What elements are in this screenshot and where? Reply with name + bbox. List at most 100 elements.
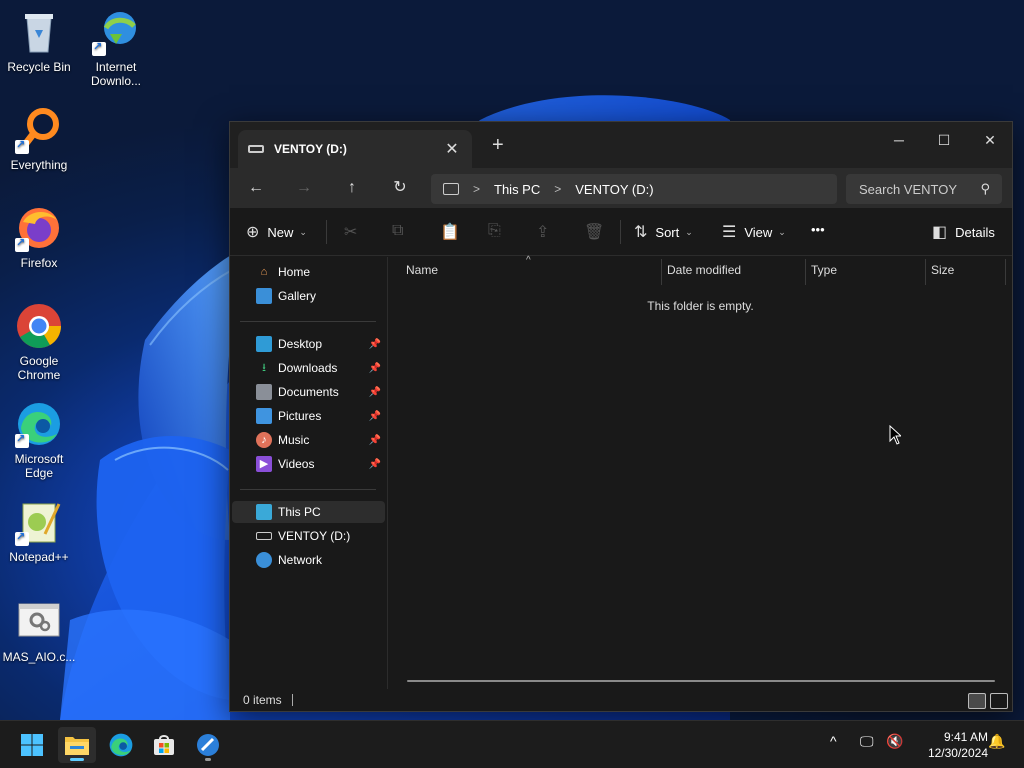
tab-ventoy-d[interactable]: VENTOY (D:) ✕ <box>238 130 472 168</box>
sort-caret-up-icon: ^ <box>526 255 531 266</box>
pin-icon[interactable]: 📌 <box>369 387 381 398</box>
show-hidden-icons-chevron-up-icon[interactable]: ^ <box>830 733 837 749</box>
taskbar-file-explorer[interactable] <box>58 727 96 763</box>
nav-item-network[interactable]: Network <box>232 549 385 571</box>
nav-item-desktop[interactable]: Desktop 📌 <box>232 333 385 355</box>
chevron-right-icon[interactable]: > <box>554 182 561 196</box>
download-arrow-icon: ⭳ <box>262 362 266 374</box>
column-divider[interactable] <box>661 259 662 285</box>
desktop-icon-internet-download-manager[interactable]: Internet Downlo... <box>78 8 154 88</box>
sort-button[interactable]: ⇅ Sort ⌄ <box>634 222 693 242</box>
view-lines-icon: ☰ <box>722 224 737 241</box>
share-button[interactable]: ⇪ <box>536 222 549 242</box>
rename-button[interactable]: ⎘ <box>488 222 501 240</box>
nav-item-pictures[interactable]: Pictures 📌 <box>232 405 385 427</box>
volume-muted-icon[interactable]: 🔇 <box>886 733 903 750</box>
forward-arrow-icon[interactable]: → <box>292 178 316 198</box>
breadcrumb-this-pc[interactable]: This PC <box>494 182 540 197</box>
large-icons-view-button[interactable] <box>990 693 1008 709</box>
column-header-name[interactable]: Name ^ <box>406 255 658 283</box>
pin-icon[interactable]: 📌 <box>369 363 381 374</box>
taskbar-edge[interactable] <box>102 727 140 763</box>
desktop-icon-firefox[interactable]: Firefox <box>1 204 77 270</box>
pin-icon[interactable]: 📌 <box>369 435 381 446</box>
notepad-plus-plus-icon <box>15 498 63 546</box>
column-divider[interactable] <box>1005 259 1006 285</box>
minimize-button[interactable]: ─ <box>876 126 922 154</box>
taskbar-clock[interactable]: 9:41 AM 12/30/2024 <box>912 729 988 761</box>
everything-search-icon <box>15 106 63 154</box>
desktop-icon-label: Recycle Bin <box>7 60 71 74</box>
close-window-button[interactable]: ✕ <box>967 126 1013 154</box>
column-divider[interactable] <box>805 259 806 285</box>
pin-icon[interactable]: 📌 <box>369 411 381 422</box>
column-header-size[interactable]: Size <box>931 263 954 283</box>
chevron-down-icon: ⌄ <box>685 226 693 237</box>
horizontal-scrollbar[interactable] <box>407 680 995 682</box>
nav-item-music[interactable]: ♪ Music 📌 <box>232 429 385 451</box>
shortcut-arrow-icon <box>15 530 29 546</box>
taskbar-microsoft-store[interactable] <box>145 727 183 763</box>
firefox-icon <box>15 204 63 252</box>
column-label: Size <box>931 263 955 277</box>
nav-item-downloads[interactable]: ⭳ Downloads 📌 <box>232 357 385 379</box>
folder-icon <box>65 737 89 755</box>
address-bar[interactable]: > This PC > VENTOY (D:) <box>431 174 837 204</box>
nav-item-documents[interactable]: Documents 📌 <box>232 381 385 403</box>
refresh-icon[interactable]: ↻ <box>388 178 412 198</box>
desktop-icon-microsoft-edge[interactable]: Microsoft Edge <box>1 400 77 480</box>
this-pc-icon <box>256 504 272 520</box>
new-button[interactable]: ⊕ New ⌄ <box>246 222 307 242</box>
more-options-icon: ••• <box>811 222 825 237</box>
pin-icon[interactable]: 📌 <box>369 339 381 350</box>
edge-icon <box>109 733 133 757</box>
nav-item-label: This PC <box>278 505 321 519</box>
nav-item-gallery[interactable]: Gallery <box>232 285 385 307</box>
pin-icon[interactable]: 📌 <box>369 459 381 470</box>
notifications-bell-icon[interactable]: 🔔 <box>988 733 1005 750</box>
desktop-icon-google-chrome[interactable]: Google Chrome <box>1 302 77 382</box>
start-button[interactable] <box>13 727 51 763</box>
details-view-button[interactable] <box>968 693 986 709</box>
desktop-icon-mas-aio[interactable]: MAS_AIO.c... <box>1 598 77 664</box>
batch-file-gear-icon <box>15 598 63 646</box>
network-status-icon[interactable]: 🖵 <box>860 733 874 750</box>
desktop-icon-notepad-plus-plus[interactable]: Notepad++ <box>1 498 77 564</box>
breadcrumb-ventoy-d[interactable]: VENTOY (D:) <box>575 182 653 197</box>
nav-item-label: Music <box>278 433 310 447</box>
clock-date: 12/30/2024 <box>927 746 988 760</box>
details-pane-button[interactable]: ◧ Details <box>932 222 995 242</box>
file-explorer-window: VENTOY (D:) ✕ + ─ ☐ ✕ ← → ↑ ↻ > This PC … <box>229 121 1013 712</box>
view-label: View <box>744 224 773 240</box>
copy-button[interactable]: ⧉ <box>392 222 403 240</box>
maximize-button[interactable]: ☐ <box>921 126 967 154</box>
new-tab-plus-icon[interactable]: + <box>492 134 504 157</box>
up-arrow-icon[interactable]: ↑ <box>340 178 364 198</box>
nav-item-ventoy-d[interactable]: VENTOY (D:) <box>232 525 385 547</box>
tab-close-icon[interactable]: ✕ <box>442 139 462 159</box>
toolbar-divider <box>326 220 327 244</box>
search-box[interactable]: Search VENTOY ⚲ <box>846 174 1002 204</box>
desktop-icon-label: Internet Downlo... <box>90 60 142 88</box>
column-divider[interactable] <box>925 259 926 285</box>
column-label: Name <box>406 263 439 277</box>
desktop-icon-everything[interactable]: Everything <box>1 106 77 172</box>
cut-button[interactable]: ✂ <box>344 222 357 242</box>
more-options-button[interactable]: ••• <box>811 222 825 237</box>
column-header-type[interactable]: Type <box>811 263 837 283</box>
paste-button[interactable]: 📋 <box>440 222 460 242</box>
delete-button[interactable]: 🗑 <box>584 222 604 242</box>
view-button[interactable]: ☰ View ⌄ <box>722 222 786 242</box>
search-icon: ⚲ <box>980 181 990 196</box>
videos-icon: ▶ <box>256 456 272 472</box>
search-input[interactable]: Search VENTOY <box>859 182 957 197</box>
nav-item-home[interactable]: ⌂ Home <box>232 261 385 283</box>
pictures-icon <box>256 408 272 424</box>
back-arrow-icon[interactable]: ← <box>244 178 268 198</box>
nav-item-this-pc[interactable]: This PC <box>232 501 385 523</box>
column-header-date-modified[interactable]: Date modified <box>667 263 741 283</box>
taskbar-utility-app[interactable] <box>189 727 227 763</box>
nav-item-videos[interactable]: ▶ Videos 📌 <box>232 453 385 475</box>
new-label: New <box>267 224 294 240</box>
desktop-icon-recycle-bin[interactable]: Recycle Bin <box>1 8 77 74</box>
